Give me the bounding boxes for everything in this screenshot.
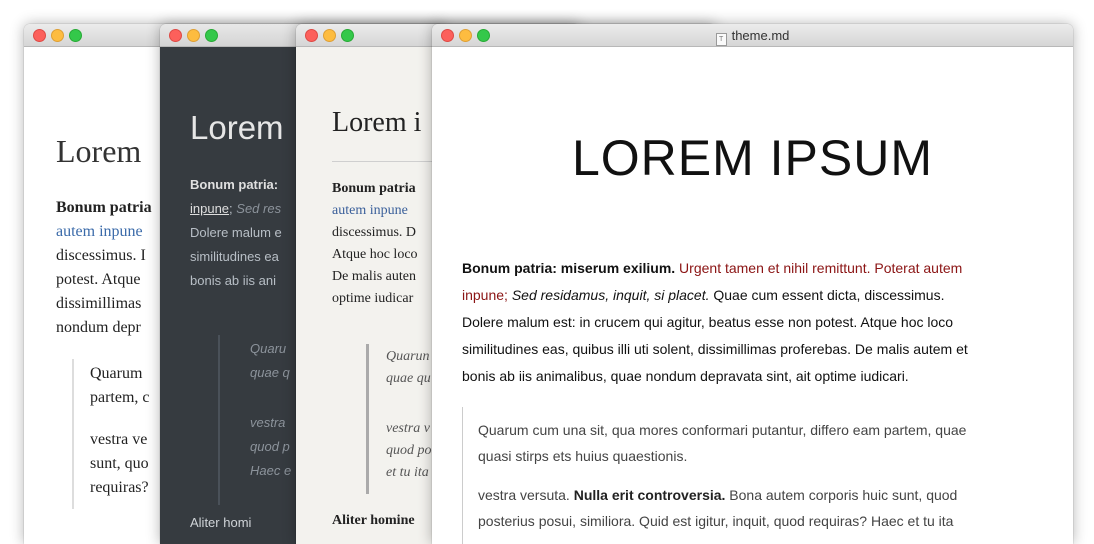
quote-line: vestra ve [90,431,148,448]
paragraph-line: Dolere malum est: in crucem qui agitur, … [462,314,954,330]
paragraph-line: De malis auten [332,269,416,284]
link-text[interactable]: autem inpune [56,223,143,241]
blockquote-bar [462,407,463,544]
quote-line: Quaru [250,341,287,356]
paragraph-line: discessimus. I [56,247,146,264]
titlebar[interactable]: Ttheme.md [432,24,1073,47]
paragraph-line: discessimus. D [332,225,416,240]
quote-line: sunt, quo [90,455,149,472]
paragraph-line: similitudines eas, quibus illi uti solen… [462,341,968,357]
quote-line: vestra v [386,421,430,436]
heading: Lorem [190,109,284,146]
paragraph-line: bonis ab iis ani [190,273,276,288]
zoom-button[interactable] [341,29,354,42]
paragraph-line: nondum depr [56,319,141,336]
link-text[interactable]: Urgent tamen et nihil remittunt. Poterat… [675,260,962,276]
quote-line: quod po [386,443,432,458]
quote-line: Quarum cum una sit, qua mores conformari… [478,422,967,438]
paragraph-line: Dolere malum e [190,225,282,240]
window-title-text: theme.md [731,28,790,43]
blockquote-bar [72,359,74,509]
link-text[interactable]: inpune; [462,287,508,303]
traffic-lights [305,29,359,47]
paragraph-line: Atque hoc loco [332,247,418,262]
close-button[interactable] [305,29,318,42]
blockquote-bar [218,335,220,505]
paragraph-line: similitudines ea [190,249,279,264]
plain-text: Quae cum essent dicta, discessimus. [709,287,945,303]
quote-line: requiras? [90,479,149,496]
traffic-lights [169,29,223,47]
quote-line: Quarun [386,349,430,364]
italic-text: Sed res [236,201,282,216]
zoom-button[interactable] [205,29,218,42]
paragraph-line: Aliter homine [332,513,415,528]
heading: Lorem i [332,107,422,138]
link-text[interactable]: inpune [190,201,229,216]
quote-line: quasi stirps ets huius quaestionis. [478,448,688,464]
heading: LOREM IPSUM [571,130,934,186]
quote-line: partem, c [90,389,150,406]
quote-line: quae q [250,365,290,380]
document-area[interactable]: LOREM IPSUM Bonum patria: miserum exiliu… [432,47,1073,544]
quote-line: Quarum [90,365,143,382]
minimize-button[interactable] [323,29,336,42]
window-title: Ttheme.md [432,28,1073,46]
paragraph-line: Bonum patria: [190,177,279,192]
minimize-button[interactable] [187,29,200,42]
bold-text: Bonum patria: miserum exilium. [462,260,676,276]
quote-line: quod p [250,439,290,454]
paragraph-line: optime iudicar [332,291,414,306]
quote-line: et tu ita [386,465,429,480]
zoom-button[interactable] [69,29,82,42]
quote-line: Haec e [250,463,292,478]
close-button[interactable] [33,29,46,42]
quote-line: quae qu [386,371,431,386]
traffic-lights [33,29,87,47]
close-button[interactable] [169,29,182,42]
blockquote-bar [366,344,369,494]
paragraph-line: dissimillimas [56,295,142,312]
minimize-button[interactable] [51,29,64,42]
quote-line: vestra [250,415,286,430]
window-whitey-theme[interactable]: Ttheme.md LOREM IPSUM Bonum patria: mise… [432,24,1073,544]
document-icon: T [715,33,727,46]
paragraph-line: bonis ab iis animalibus, quae nondum dep… [462,368,909,384]
paragraph-line: Bonum patria [56,199,152,216]
italic-text: Sed residamus, inquit, si placet. [507,287,710,303]
paragraph-line: Bonum patria [332,181,416,196]
link-text[interactable]: autem inpune [332,203,408,219]
paragraph-line: inpune; Sed res [190,201,281,216]
paragraph-line: inpune; Sed residamus, inquit, si placet… [462,287,944,303]
paragraph-line: potest. Atque [56,271,141,288]
paragraph-line: Bonum patria: miserum exilium. Urgent ta… [462,260,962,276]
paragraph-line: Aliter homi [190,515,252,530]
heading: Lorem [56,133,142,169]
quote-line: posterius posui, similiora. Quid est igi… [478,513,954,529]
